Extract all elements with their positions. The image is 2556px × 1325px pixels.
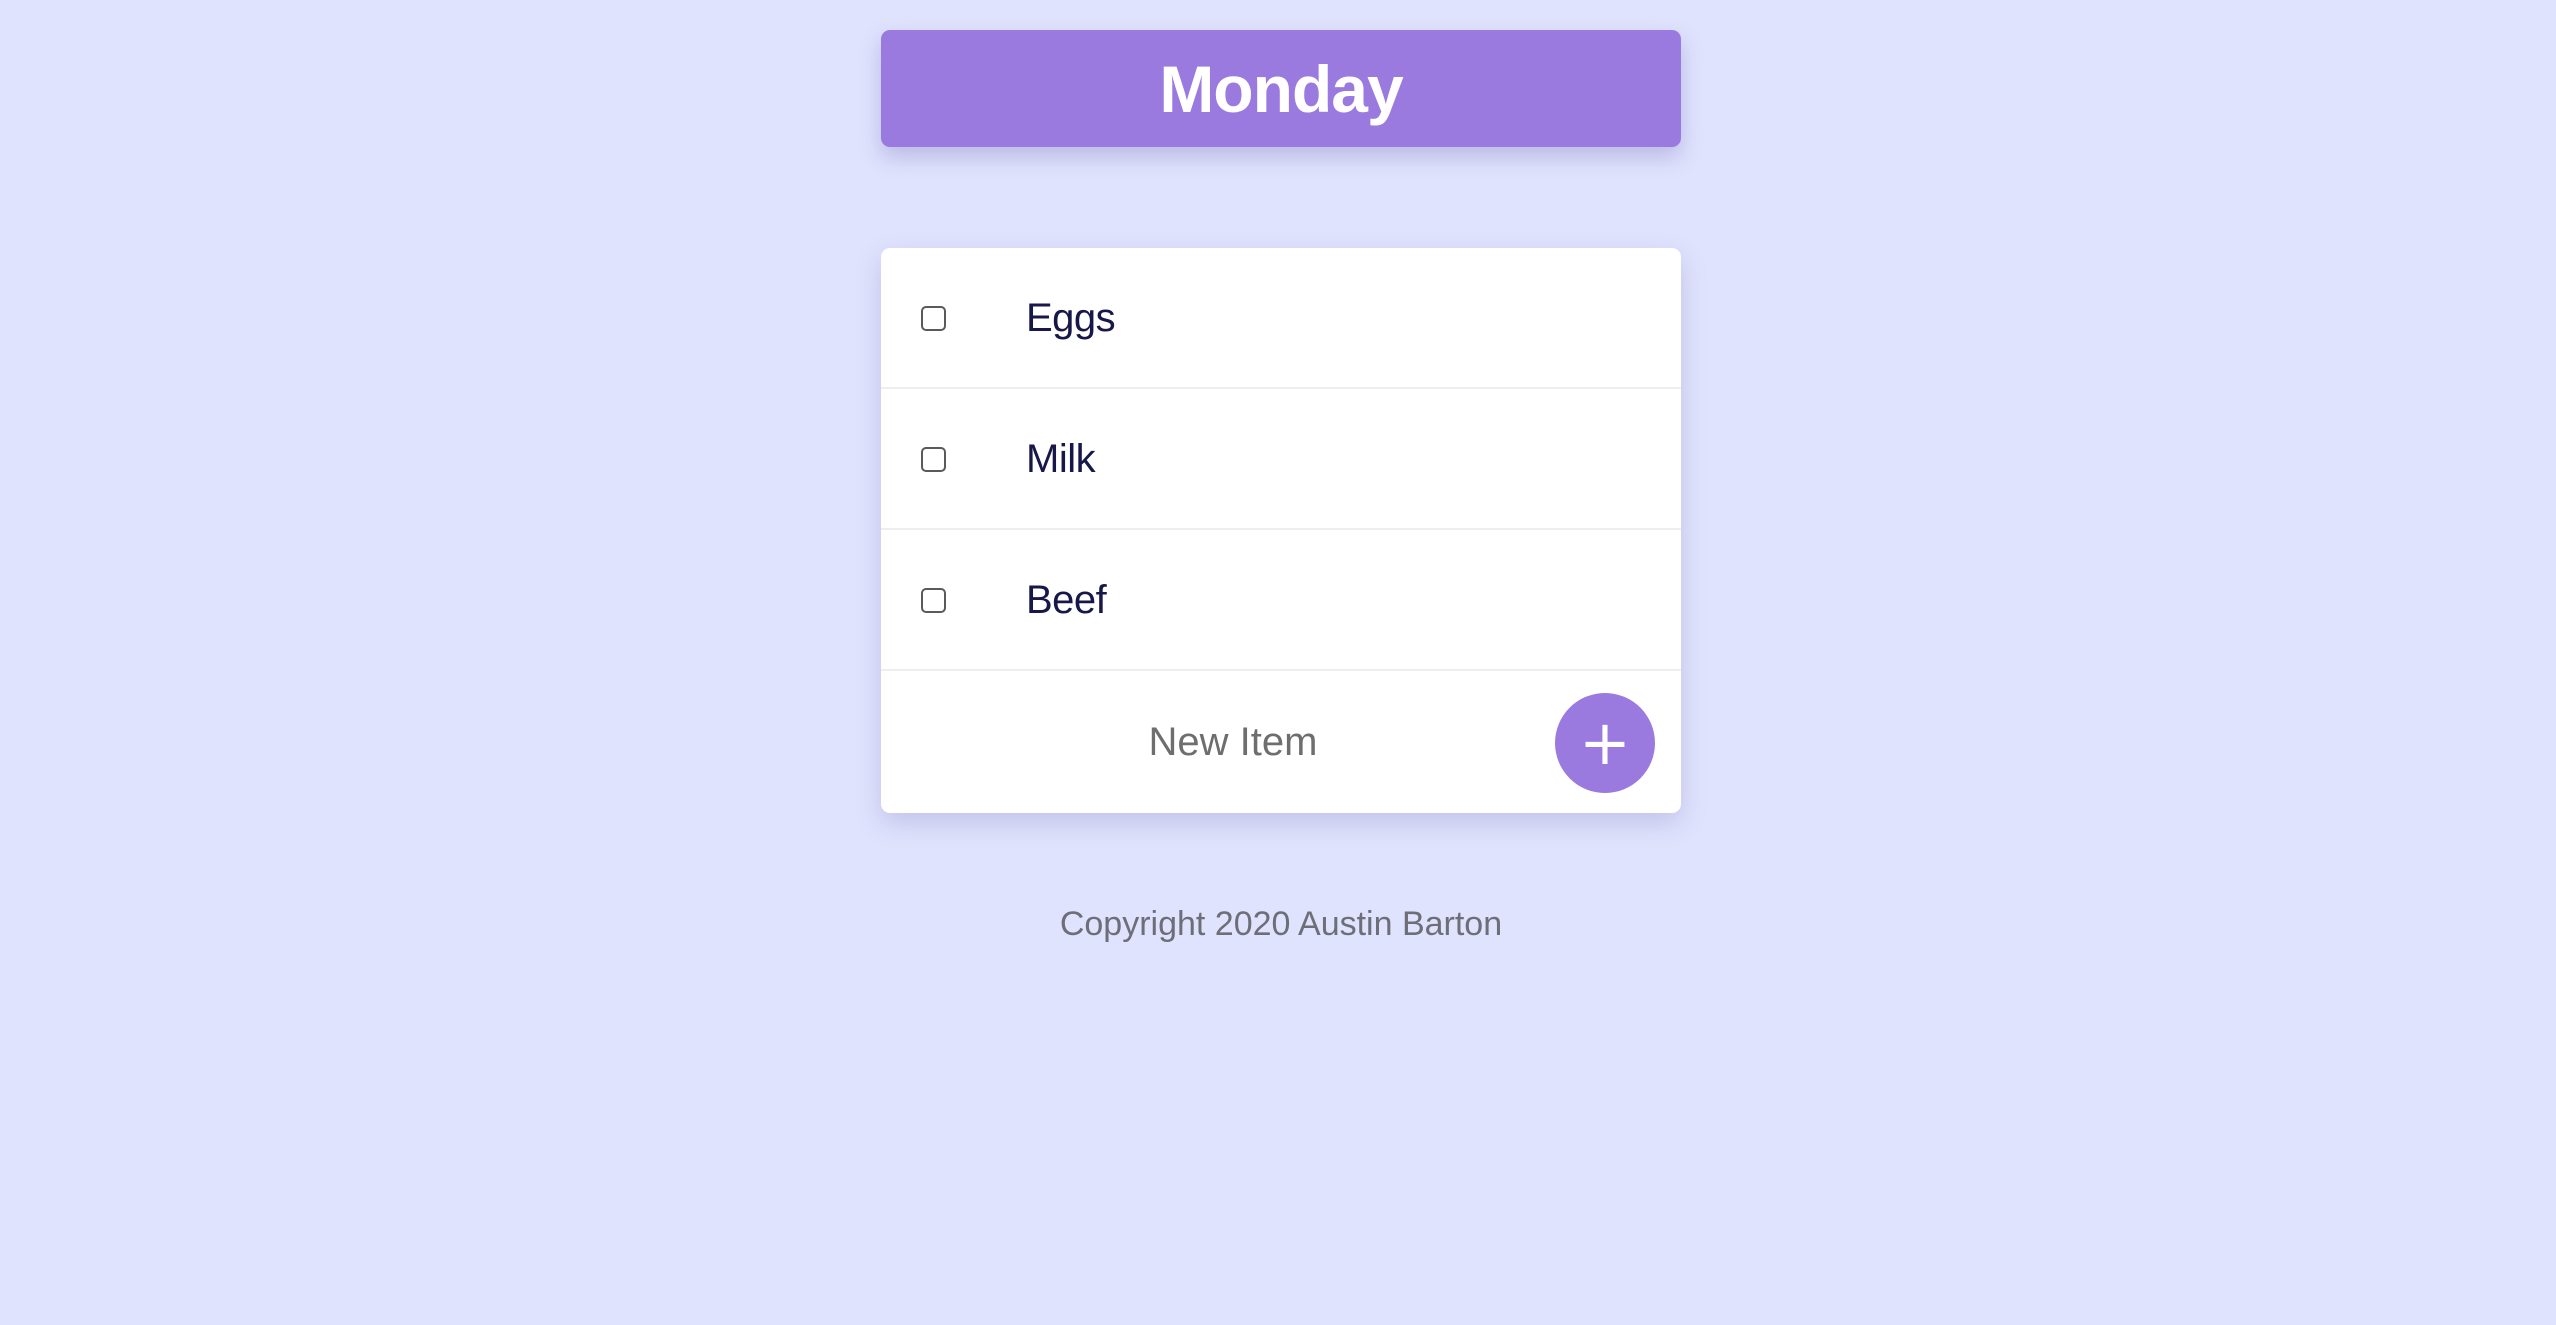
- list-item: Milk: [881, 389, 1681, 530]
- item-checkbox[interactable]: [921, 588, 946, 613]
- day-header: Monday: [881, 30, 1681, 147]
- new-item-input[interactable]: [911, 691, 1555, 793]
- list-item: Beef: [881, 530, 1681, 671]
- item-checkbox[interactable]: [921, 447, 946, 472]
- copyright-footer: Copyright 2020 Austin Barton: [1059, 905, 1503, 943]
- list-item: Eggs: [881, 248, 1681, 389]
- new-item-form: +: [881, 671, 1681, 813]
- page-title: Monday: [1159, 51, 1403, 126]
- item-label: Eggs: [1026, 296, 1116, 340]
- item-label: Milk: [1026, 437, 1096, 481]
- item-checkbox[interactable]: [921, 306, 946, 331]
- item-label: Beef: [1026, 578, 1107, 622]
- plus-icon: +: [1579, 706, 1631, 779]
- todo-list-card: Eggs Milk Beef +: [881, 248, 1681, 813]
- add-item-button[interactable]: +: [1555, 693, 1655, 793]
